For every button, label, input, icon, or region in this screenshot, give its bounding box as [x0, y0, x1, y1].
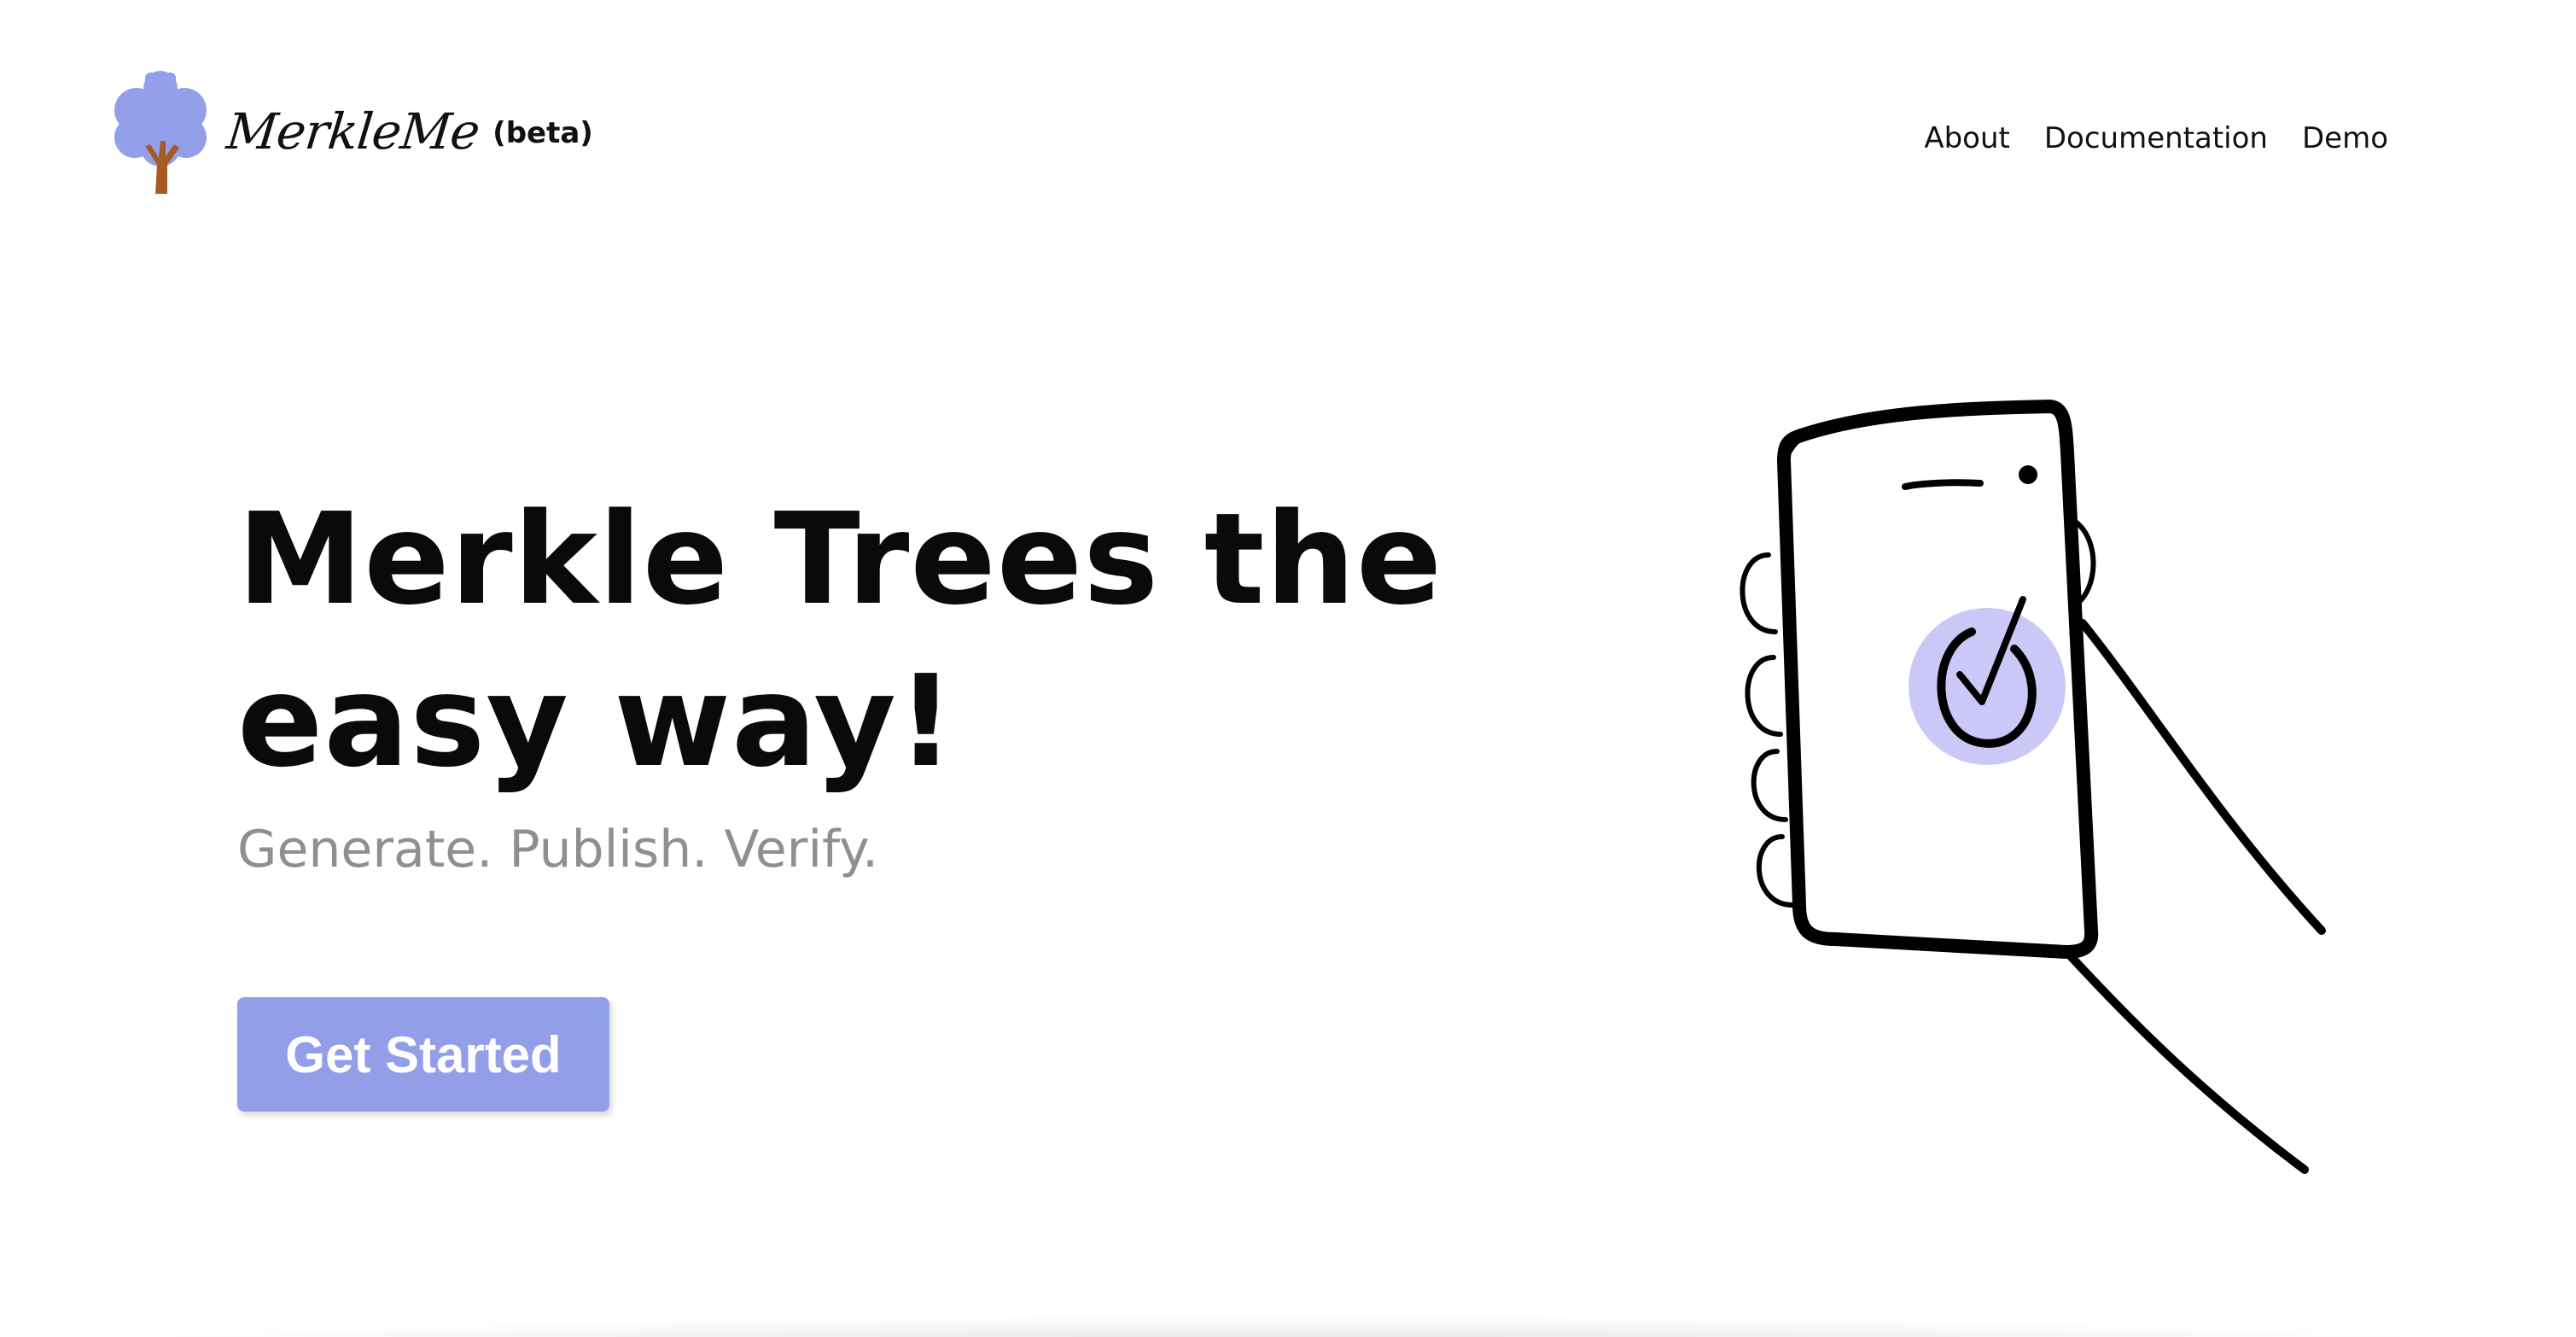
phone-checkmark-illustration: [1740, 400, 2326, 1174]
hero-title: Merkle Trees the easy way!: [237, 478, 1569, 803]
section-divider-shadow: [51, 1315, 2525, 1337]
landing-page: MerkleMe (beta) About Documentation Demo…: [0, 0, 2576, 1337]
home-logo-link[interactable]: MerkleMe (beta): [111, 67, 593, 196]
nav-link-documentation[interactable]: Documentation: [2044, 121, 2268, 155]
tree-icon: [114, 71, 207, 194]
hero-title-line-1: Merkle Trees the: [237, 486, 1443, 633]
nav-link-demo[interactable]: Demo: [2302, 121, 2388, 155]
beta-badge: (beta): [492, 116, 593, 150]
hero-subtitle: Generate. Publish. Verify.: [237, 820, 879, 879]
get-started-button[interactable]: Get Started: [237, 997, 609, 1112]
hero-title-line-2: easy way!: [237, 648, 956, 795]
nav-link-about[interactable]: About: [1924, 121, 2010, 155]
brand-name: MerkleMe: [224, 102, 482, 161]
main-nav: About Documentation Demo: [1924, 121, 2388, 155]
